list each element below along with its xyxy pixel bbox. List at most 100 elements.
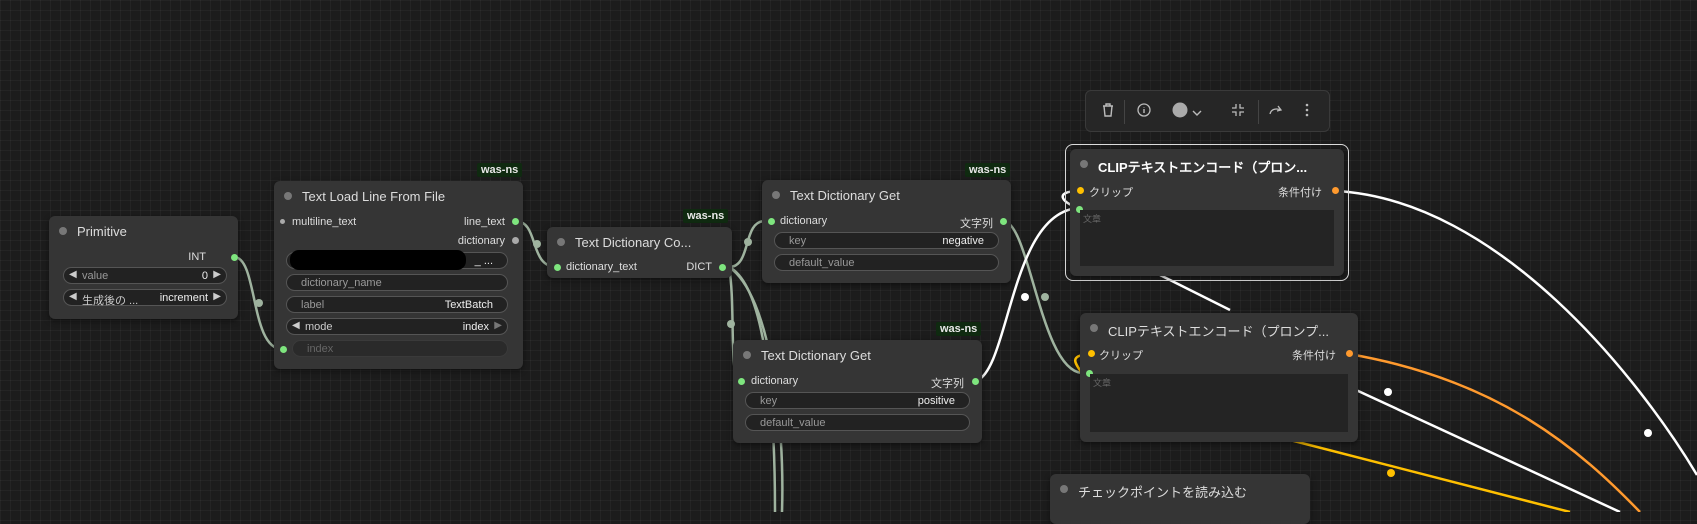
clip-text-encode-node-1[interactable]: CLIPテキストエンコード（プロン... クリップ 条件付け 文章: [1070, 149, 1344, 276]
text-load-line-node[interactable]: Text Load Line From File multiline_text …: [274, 181, 523, 369]
node-badge: was-ns: [936, 322, 982, 336]
widget-label: key: [789, 235, 807, 247]
wire-yellow-diag: [1289, 438, 1571, 512]
label-widget[interactable]: label TextBatch: [286, 296, 508, 313]
prev-arrow-icon[interactable]: ◀: [292, 320, 300, 331]
output-port[interactable]: [512, 237, 519, 244]
output-port[interactable]: [1000, 218, 1007, 225]
output-port[interactable]: [719, 264, 726, 271]
reroute-dot[interactable]: [1387, 469, 1395, 477]
control-after-generate-widget[interactable]: ◀ 生成後の ... increment ▶: [63, 289, 227, 307]
redo-icon[interactable]: [1266, 102, 1286, 122]
node-header[interactable]: Text Dictionary Get: [733, 340, 982, 370]
reroute-dot[interactable]: [1644, 429, 1652, 437]
widget-label: 生成後の ...: [82, 295, 139, 307]
widget-value: positive: [917, 395, 955, 407]
input-label: クリップ: [1089, 187, 1133, 199]
collapse-dot-icon[interactable]: [59, 227, 67, 235]
toolbar-divider: [1124, 100, 1125, 124]
input-port[interactable]: [1088, 350, 1095, 357]
increment-arrow-icon[interactable]: ▶: [213, 269, 221, 280]
collapse-icon[interactable]: [1228, 102, 1248, 122]
node-title: Text Load Line From File: [302, 189, 446, 204]
text-dictionary-concat-node[interactable]: Text Dictionary Co... dictionary_text DI…: [547, 227, 732, 278]
node-header[interactable]: チェックポイントを読み込む: [1050, 474, 1310, 504]
key-widget[interactable]: key negative: [774, 232, 999, 249]
collapse-dot-icon[interactable]: [1090, 324, 1098, 332]
node-title: CLIPテキストエンコード（プロン...: [1098, 160, 1308, 175]
output-port[interactable]: [1332, 187, 1339, 194]
widget-label: index: [307, 343, 334, 355]
text-dictionary-get-negative-node[interactable]: Text Dictionary Get dictionary 文字列 key n…: [762, 180, 1011, 283]
output-port[interactable]: [512, 218, 519, 225]
default-value-widget[interactable]: default_value: [774, 254, 999, 271]
input-port[interactable]: [280, 346, 287, 353]
output-port[interactable]: [231, 254, 238, 261]
collapse-dot-icon[interactable]: [284, 192, 292, 200]
node-header[interactable]: Text Load Line From File: [274, 181, 523, 211]
node-header[interactable]: CLIPテキストエンコード（プロン...: [1070, 149, 1344, 179]
selection-toolbar: [1085, 90, 1330, 132]
mode-widget[interactable]: ◀ mode index ▶: [286, 318, 508, 335]
primitive-node[interactable]: Primitive INT ◀ value 0 ▶ ◀ 生成後の ... inc…: [49, 216, 238, 319]
node-title: Primitive: [77, 224, 127, 239]
widget-label: value: [82, 270, 109, 282]
widget-value: index: [462, 321, 489, 333]
reroute-dot[interactable]: [533, 240, 541, 248]
output-port[interactable]: [972, 378, 979, 385]
reroute-dot[interactable]: [255, 299, 263, 307]
node-header[interactable]: CLIPテキストエンコード（プロンプ...: [1080, 313, 1358, 343]
key-widget[interactable]: key positive: [745, 392, 970, 409]
info-icon[interactable]: [1134, 102, 1154, 122]
input-label: dictionary: [780, 215, 828, 227]
reroute-dot[interactable]: [744, 238, 752, 246]
collapse-dot-icon[interactable]: [772, 191, 780, 199]
color-circle-icon[interactable]: [1170, 102, 1190, 122]
input-port[interactable]: [554, 264, 561, 271]
reroute-dot[interactable]: [1041, 293, 1049, 301]
next-arrow-icon[interactable]: ▶: [213, 291, 221, 302]
node-header[interactable]: Primitive: [49, 216, 238, 246]
widget-label: mode: [305, 321, 333, 333]
text-input-area[interactable]: 文章: [1090, 374, 1348, 432]
output-label: 文字列: [960, 218, 993, 230]
collapse-dot-icon[interactable]: [743, 351, 751, 359]
output-label: line_text: [464, 216, 505, 228]
next-arrow-icon[interactable]: ▶: [494, 320, 502, 331]
node-header[interactable]: Text Dictionary Co...: [547, 227, 732, 257]
reroute-dot[interactable]: [1384, 388, 1392, 396]
collapse-dot-icon[interactable]: [1060, 485, 1068, 493]
value-widget[interactable]: ◀ value 0 ▶: [63, 267, 227, 284]
more-vertical-icon[interactable]: [1300, 102, 1314, 122]
output-label: dictionary: [457, 235, 505, 247]
reroute-dot[interactable]: [1021, 293, 1029, 301]
collapse-dot-icon[interactable]: [557, 238, 565, 246]
dictionary-name-widget[interactable]: dictionary_name: [286, 274, 508, 291]
input-port[interactable]: [1077, 187, 1084, 194]
input-port[interactable]: [738, 378, 745, 385]
node-badge: was-ns: [683, 209, 729, 223]
default-value-widget[interactable]: default_value: [745, 414, 970, 431]
node-header[interactable]: Text Dictionary Get: [762, 180, 1011, 210]
text-dictionary-get-positive-node[interactable]: Text Dictionary Get dictionary 文字列 key p…: [733, 340, 982, 443]
clip-text-encode-node-2[interactable]: CLIPテキストエンコード（プロンプ... クリップ 条件付け 文章: [1080, 313, 1358, 442]
trash-icon[interactable]: [1098, 102, 1118, 122]
chevron-down-icon[interactable]: [1190, 102, 1204, 122]
output-port[interactable]: [1346, 350, 1353, 357]
collapse-dot-icon[interactable]: [1080, 160, 1088, 168]
reroute-dot[interactable]: [727, 320, 735, 328]
index-widget[interactable]: index: [292, 340, 508, 357]
toolbar-divider: [1258, 100, 1259, 124]
input-port[interactable]: [768, 218, 775, 225]
output-label: 条件付け: [1278, 187, 1322, 199]
prev-arrow-icon[interactable]: ◀: [69, 291, 77, 302]
input-port[interactable]: [280, 219, 285, 224]
widget-label: key: [760, 395, 778, 407]
text-input-area[interactable]: 文章: [1080, 210, 1334, 266]
input-label: multiline_text: [292, 216, 357, 228]
wire-white-diag: [1329, 376, 1621, 512]
text-placeholder: 文章: [1093, 378, 1112, 388]
output-label: INT: [188, 251, 206, 263]
checkpoint-loader-node[interactable]: チェックポイントを読み込む: [1050, 474, 1310, 524]
decrement-arrow-icon[interactable]: ◀: [69, 269, 77, 280]
